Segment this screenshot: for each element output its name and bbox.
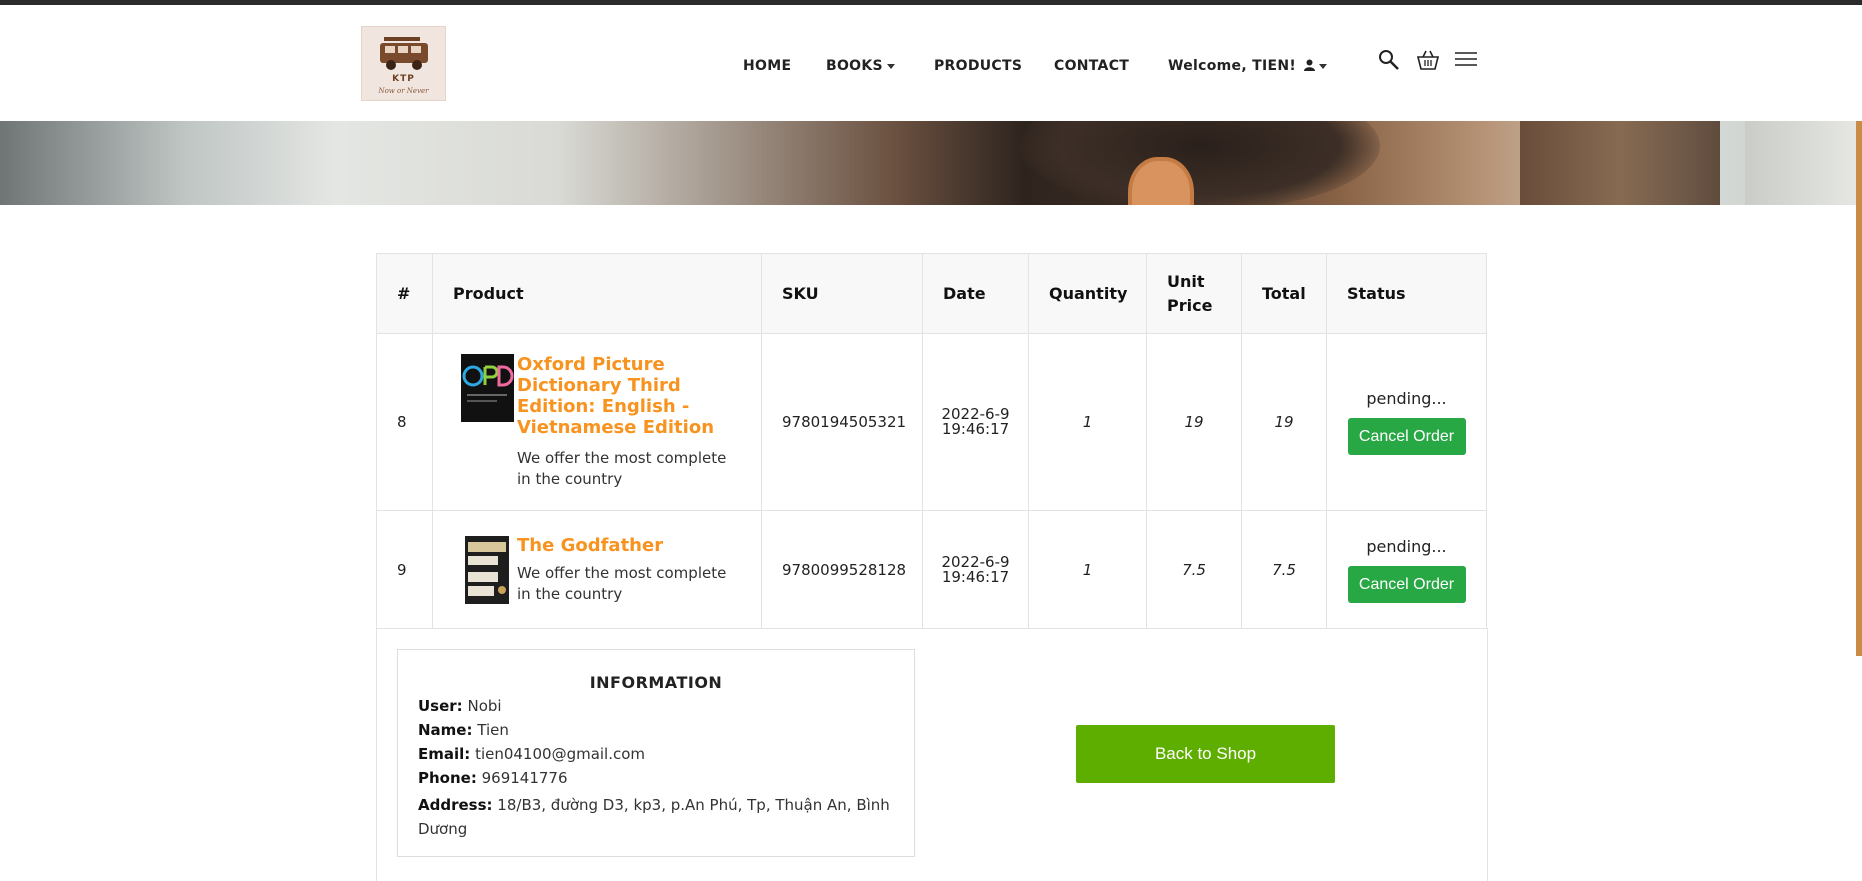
unit-price-value: 19	[1146, 333, 1242, 511]
information-panel: INFORMATION User: Nobi Name: Tien Email:…	[397, 649, 915, 857]
row-number: 8	[376, 333, 433, 511]
product-title-link[interactable]: The Godfather	[517, 535, 737, 556]
nav-books-label: BOOKS	[826, 58, 883, 74]
van-logo-icon	[380, 37, 428, 70]
back-to-shop-button[interactable]: Back to Shop	[1076, 725, 1335, 783]
hero-banner-image	[0, 121, 1862, 205]
info-email-label: Email:	[418, 745, 471, 763]
nav-products[interactable]: PRODUCTS	[934, 58, 1022, 74]
info-email: Email: tien04100@gmail.com	[418, 745, 645, 763]
col-header-num: #	[376, 253, 433, 334]
info-name: Name: Tien	[418, 721, 509, 739]
orders-table: # Product SKU Date Quantity Unit Price T…	[376, 253, 1487, 629]
order-time: 19:46:17	[941, 420, 1010, 438]
col-header-unit-price: Unit Price	[1146, 253, 1242, 334]
menu-icon[interactable]	[1455, 52, 1477, 66]
cart-icon[interactable]	[1416, 49, 1440, 71]
date-cell: 2022-6-9 19:46:17	[922, 510, 1029, 629]
nav-home[interactable]: HOME	[743, 58, 791, 74]
product-cell: Oxford Picture Dictionary Third Edition:…	[432, 333, 762, 511]
quantity-value: 1	[1028, 510, 1147, 629]
product-description: We offer the most complete in the countr…	[517, 449, 727, 488]
nav-books[interactable]: BOOKS	[826, 58, 895, 74]
info-name-label: Name:	[418, 721, 473, 739]
col-header-sku: SKU	[761, 253, 923, 334]
cancel-order-button[interactable]: Cancel Order	[1347, 565, 1466, 603]
sku-value: 9780194505321	[761, 333, 923, 511]
chevron-down-icon	[1319, 63, 1328, 69]
status-text: pending...	[1366, 389, 1447, 408]
quantity-value: 1	[1028, 333, 1147, 511]
col-header-date: Date	[922, 253, 1029, 334]
info-phone-label: Phone:	[418, 769, 477, 787]
order-time: 19:46:17	[941, 567, 1010, 586]
sku-value: 9780099528128	[761, 510, 923, 629]
status-cell: pending... Cancel Order	[1326, 333, 1487, 511]
unit-price-value: 7.5	[1146, 510, 1242, 629]
product-description: We offer the most complete in the countr…	[517, 564, 727, 603]
row-number: 9	[376, 510, 433, 629]
info-user-label: User:	[418, 697, 463, 715]
product-cover-image[interactable]	[465, 536, 509, 604]
total-value: 7.5	[1241, 510, 1327, 629]
banner-shelf	[1520, 121, 1720, 205]
information-title: INFORMATION	[589, 673, 723, 692]
table-header-row: # Product SKU Date Quantity Unit Price T…	[376, 253, 1487, 334]
info-email-value: tien04100@gmail.com	[475, 745, 646, 763]
table-row: 8 Oxford Picture Dictionary Third Editio…	[376, 333, 1487, 511]
nav-contact[interactable]: CONTACT	[1054, 58, 1129, 74]
info-name-value: Tien	[477, 721, 509, 739]
table-row: 9 The Godfather We offer the most comple…	[376, 510, 1487, 629]
info-phone: Phone: 969141776	[418, 769, 568, 787]
col-header-total: Total	[1241, 253, 1327, 334]
total-value: 19	[1241, 333, 1327, 511]
welcome-text: Welcome, TIEN!	[1168, 58, 1297, 74]
col-header-quantity: Quantity	[1028, 253, 1147, 334]
product-cell: The Godfather We offer the most complete…	[432, 510, 762, 629]
product-cover-image[interactable]	[461, 354, 514, 422]
status-cell: pending... Cancel Order	[1326, 510, 1487, 629]
col-header-status: Status	[1326, 253, 1487, 334]
product-title-link[interactable]: Oxford Picture Dictionary Third Edition:…	[517, 354, 737, 438]
info-user: User: Nobi	[418, 697, 502, 715]
banner-window	[1745, 121, 1862, 205]
info-user-value: Nobi	[467, 697, 502, 715]
logo-title: KTP	[392, 74, 415, 84]
date-cell: 2022-6-9 19:46:17	[922, 333, 1029, 511]
info-phone-value: 969141776	[481, 769, 568, 787]
info-address-label: Address:	[418, 796, 493, 814]
col-header-product: Product	[432, 253, 762, 334]
logo-subtitle: Now or Never	[378, 87, 429, 95]
scrollbar-accent	[1856, 121, 1862, 656]
info-address: Address: 18/B3, đường D3, kp3, p.An Phú,…	[418, 793, 896, 841]
user-icon	[1304, 59, 1316, 71]
nav-account[interactable]: Welcome, TIEN!	[1168, 58, 1328, 74]
search-icon[interactable]	[1378, 49, 1400, 71]
chevron-down-icon	[886, 63, 895, 69]
banner-hair	[1020, 121, 1380, 205]
cancel-order-button[interactable]: Cancel Order	[1347, 418, 1466, 455]
site-logo[interactable]: KTP Now or Never	[361, 26, 446, 101]
status-text: pending...	[1366, 536, 1447, 556]
site-header: KTP Now or Never HOME BOOKS PRODUCTS CON…	[0, 5, 1862, 121]
